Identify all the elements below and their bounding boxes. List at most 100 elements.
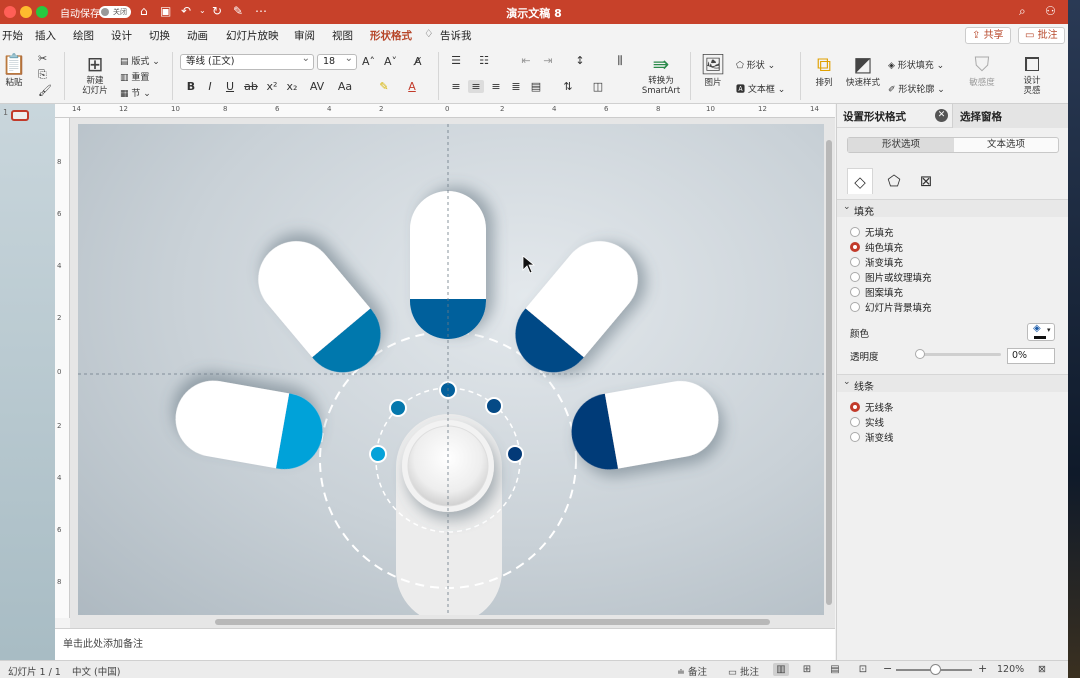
radio-gradient-line[interactable]: 渐变线: [850, 430, 950, 444]
tab-view[interactable]: 视图: [332, 28, 353, 43]
align-text-icon[interactable]: ◫: [590, 80, 606, 93]
format-painter-icon[interactable]: 🖌: [38, 84, 52, 97]
radio-pattern-fill[interactable]: 图案填充: [850, 285, 950, 299]
layout-button[interactable]: ▤ 版式 ⌄: [120, 54, 160, 67]
language-indicator[interactable]: 中文 (中国): [72, 664, 120, 678]
reading-view-icon[interactable]: ▤: [827, 663, 843, 676]
notes-button[interactable]: ≐ 备注: [677, 664, 707, 678]
strikethrough-icon[interactable]: ab: [243, 80, 259, 93]
petal-1[interactable]: [170, 375, 329, 476]
convert-smartart-button[interactable]: ⇛ 转换为 SmartArt: [636, 52, 686, 96]
shape-fill-button[interactable]: ◈ 形状填充 ⌄: [888, 58, 944, 71]
fill-section-header[interactable]: ⌄ 填充: [837, 199, 1068, 218]
radio-no-fill[interactable]: 无填充: [850, 225, 950, 239]
horizontal-scrollbar[interactable]: [215, 619, 770, 625]
distributed-icon[interactable]: ▤: [528, 80, 544, 93]
petal-5[interactable]: [565, 375, 724, 476]
font-size-select[interactable]: 18: [317, 52, 357, 70]
tab-selection-pane[interactable]: 选择窗格: [952, 104, 1068, 128]
transparency-slider[interactable]: [919, 353, 1001, 356]
zoom-in-icon[interactable]: +: [978, 662, 987, 675]
cut-icon[interactable]: ✂: [38, 52, 47, 65]
radio-background-fill[interactable]: 幻灯片背景填充: [850, 300, 950, 314]
designer-button[interactable]: ⧠ 设计 灵感: [1014, 52, 1050, 96]
tab-review[interactable]: 审阅: [294, 28, 315, 43]
radio-picture-fill[interactable]: 图片或纹理填充: [850, 270, 950, 284]
tab-transitions[interactable]: 切换: [149, 28, 170, 43]
arrange-button[interactable]: ⧉ 排列: [808, 52, 840, 88]
tab-animations[interactable]: 动画: [187, 28, 208, 43]
tab-design[interactable]: 设计: [111, 28, 132, 43]
tab-insert[interactable]: 插入: [35, 28, 56, 43]
highlight-icon[interactable]: ✎: [376, 80, 392, 93]
copy-icon[interactable]: ⎘: [38, 68, 47, 82]
size-properties-icon[interactable]: ⊠: [913, 168, 939, 194]
numbering-icon[interactable]: ☷: [476, 54, 492, 67]
bold-icon[interactable]: B: [183, 80, 199, 93]
comments-button[interactable]: ▭ 批注: [1018, 27, 1065, 44]
dot-5[interactable]: [506, 445, 524, 463]
sensitivity-button[interactable]: ⛉ 敏感度: [962, 52, 1002, 88]
decrease-indent-icon[interactable]: ⇤: [518, 54, 534, 67]
notes-area[interactable]: 单击此处添加备注: [55, 628, 835, 660]
radio-solid-fill[interactable]: 纯色填充: [850, 240, 950, 254]
comments-status-button[interactable]: ▭ 批注: [728, 664, 759, 678]
char-spacing-icon[interactable]: AV: [306, 80, 328, 93]
normal-view-icon[interactable]: ▥: [773, 663, 789, 676]
align-right-icon[interactable]: ≡: [488, 80, 504, 93]
clear-format-icon[interactable]: A̸: [414, 55, 422, 68]
bullets-icon[interactable]: ☰: [448, 54, 464, 67]
shape-options-tab[interactable]: 形状选项: [848, 138, 954, 152]
search-icon[interactable]: ⌕: [1019, 4, 1026, 18]
font-name-select[interactable]: 等线 (正文): [180, 52, 314, 70]
tab-home[interactable]: 开始: [2, 28, 23, 43]
subscript-icon[interactable]: x₂: [284, 80, 300, 93]
transparency-input[interactable]: 0%: [1007, 348, 1055, 364]
slide-canvas[interactable]: [78, 124, 824, 615]
justify-icon[interactable]: ≣: [508, 80, 524, 93]
vertical-scrollbar[interactable]: [826, 140, 832, 605]
line-section-header[interactable]: ⌄ 线条: [837, 374, 1068, 393]
tab-draw[interactable]: 绘图: [73, 28, 94, 43]
petal-2[interactable]: [243, 226, 397, 388]
radio-solid-line[interactable]: 实线: [850, 415, 950, 429]
new-slide-button[interactable]: ⊞ 新建 幻灯片: [76, 52, 114, 96]
dot-1[interactable]: [369, 445, 387, 463]
increase-font-icon[interactable]: A˄: [362, 55, 375, 68]
decrease-font-icon[interactable]: A˅: [384, 55, 397, 68]
superscript-icon[interactable]: x²: [264, 80, 280, 93]
reset-button[interactable]: ▥ 重置: [120, 70, 149, 83]
account-icon[interactable]: ⚇: [1045, 4, 1056, 18]
radio-gradient-fill[interactable]: 渐变填充: [850, 255, 950, 269]
slide-thumbnail[interactable]: [11, 110, 29, 121]
radio-no-line[interactable]: 无线条: [850, 400, 950, 414]
fill-line-icon[interactable]: ◇: [847, 168, 873, 194]
petal-4[interactable]: [499, 226, 653, 388]
columns-icon[interactable]: ⫼: [612, 54, 628, 68]
font-color-icon[interactable]: A: [404, 80, 420, 93]
zoom-level[interactable]: 120%: [997, 664, 1024, 675]
zoom-out-icon[interactable]: −: [883, 662, 892, 675]
close-pane-icon[interactable]: ✕: [935, 109, 948, 122]
slideshow-view-icon[interactable]: ⊡: [855, 663, 871, 676]
text-options-tab[interactable]: 文本选项: [954, 138, 1058, 152]
paste-button[interactable]: 📋 粘贴: [0, 52, 28, 88]
tab-shape-format[interactable]: 形状格式: [370, 28, 412, 48]
tab-tell-me[interactable]: 告诉我: [440, 28, 472, 43]
fill-color-picker[interactable]: ◈ ▾: [1027, 323, 1055, 341]
textbox-button[interactable]: 🅰 文本框 ⌄: [736, 82, 785, 95]
share-button[interactable]: ⇪ 共享: [965, 27, 1011, 44]
effects-pentagon-icon[interactable]: ⬠: [881, 168, 907, 194]
zoom-slider-knob[interactable]: [930, 664, 941, 675]
shapes-button[interactable]: ⬠ 形状 ⌄: [736, 58, 775, 71]
shape-outline-button[interactable]: ✐ 形状轮廓 ⌄: [888, 82, 945, 95]
quick-styles-button[interactable]: ◩ 快速样式: [842, 52, 884, 88]
section-button[interactable]: ▦ 节 ⌄: [120, 86, 151, 99]
transparency-slider-knob[interactable]: [915, 349, 925, 359]
dot-2[interactable]: [389, 399, 407, 417]
line-spacing-icon[interactable]: ↕: [572, 54, 588, 67]
align-center-icon[interactable]: ≡: [468, 80, 484, 93]
dot-4[interactable]: [485, 397, 503, 415]
align-left-icon[interactable]: ≡: [448, 80, 464, 93]
fit-to-window-icon[interactable]: ⊠: [1038, 664, 1046, 675]
